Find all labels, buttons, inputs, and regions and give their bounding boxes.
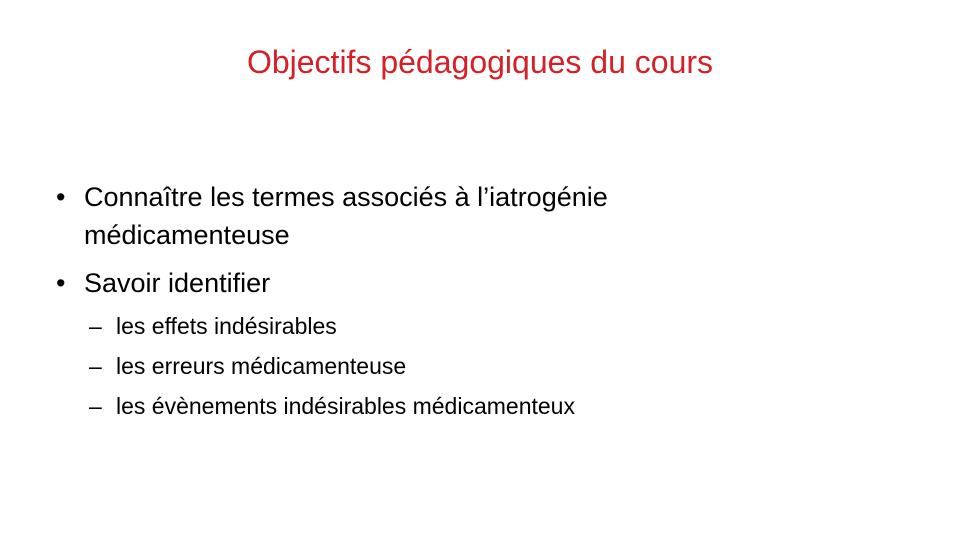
sub-bullet-text: les évènements indésirables médicamenteu… (116, 393, 575, 419)
sub-bullet-item: – les évènements indésirables médicament… (56, 392, 916, 420)
bullet-list: • Connaître les termes associés à l’iatr… (56, 178, 916, 432)
bullet-text: Savoir identifier (84, 268, 271, 298)
sub-bullet-list: – les effets indésirables – les erreurs … (56, 312, 916, 420)
bullet-text-line: Connaître les termes associés à l’iatrog… (84, 182, 608, 212)
sub-bullet-text: les erreurs médicamenteuse (116, 353, 407, 379)
bullet-item: • Connaître les termes associés à l’iatr… (56, 178, 916, 254)
dash-icon: – (89, 353, 102, 379)
bullet-item: • Savoir identifier (56, 264, 916, 302)
sub-bullet-item: – les effets indésirables (56, 312, 916, 340)
bullet-icon: • (56, 182, 66, 212)
dash-icon: – (89, 393, 102, 419)
sub-bullet-item: – les erreurs médicamenteuse (56, 352, 916, 380)
slide: Objectifs pédagogiques du cours • Connaî… (0, 0, 960, 540)
bullet-icon: • (56, 268, 66, 298)
slide-title: Objectifs pédagogiques du cours (246, 44, 714, 80)
bullet-text-line: médicamenteuse (84, 220, 290, 250)
sub-bullet-text: les effets indésirables (116, 313, 337, 339)
dash-icon: – (89, 313, 102, 339)
